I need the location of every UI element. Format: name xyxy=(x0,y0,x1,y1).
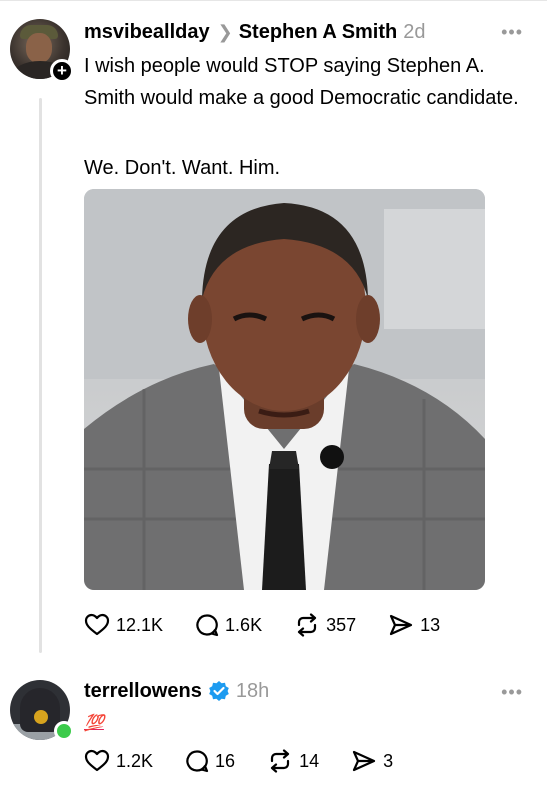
post-text: I wish people would STOP saying Stephen … xyxy=(84,55,519,109)
post-text: 💯 xyxy=(84,708,104,738)
heart-icon xyxy=(84,613,110,636)
send-icon xyxy=(352,750,376,772)
timestamp: 18h xyxy=(235,679,270,702)
reply-button[interactable]: 16 xyxy=(185,749,235,773)
username[interactable]: terrellowens xyxy=(84,680,202,703)
heart-icon xyxy=(84,749,110,772)
comment-icon xyxy=(196,614,219,637)
reply-count: 16 xyxy=(215,750,236,771)
thread-line xyxy=(39,98,42,653)
like-button[interactable]: 12.1K xyxy=(84,613,163,637)
repost-icon xyxy=(270,749,290,773)
reply-count: 1.6K xyxy=(225,614,263,635)
reply-to-username[interactable]: Stephen A Smith xyxy=(239,21,398,44)
more-horizontal-icon[interactable]: ••• xyxy=(501,682,523,703)
share-button[interactable]: 13 xyxy=(388,613,440,637)
post-actions: 1.2K 16 14 3 xyxy=(84,749,425,773)
repost-count: 14 xyxy=(299,750,320,771)
share-count: 13 xyxy=(420,614,441,635)
send-icon xyxy=(390,614,413,636)
like-count: 1.2K xyxy=(116,750,154,771)
like-count: 12.1K xyxy=(116,614,164,635)
photo-of-man-in-suit xyxy=(84,189,485,590)
repost-button[interactable]: 14 xyxy=(267,749,319,773)
avatar-logo xyxy=(34,710,48,724)
follow-plus-icon[interactable]: + xyxy=(50,59,74,83)
top-divider xyxy=(0,0,547,6)
timestamp: 2d xyxy=(403,20,426,43)
share-count: 3 xyxy=(383,750,394,771)
repost-count: 357 xyxy=(326,614,357,635)
share-button[interactable]: 3 xyxy=(351,749,393,773)
more-horizontal-icon[interactable]: ••• xyxy=(501,22,523,43)
repost-button[interactable]: 357 xyxy=(294,613,356,637)
post-text-line2: We. Don't. Want. Him. xyxy=(84,157,281,179)
verified-badge-icon xyxy=(208,680,230,702)
comment-icon xyxy=(186,750,209,773)
post-header: msvibeallday ❯ Stephen A Smith 2d xyxy=(84,18,426,46)
online-status-dot xyxy=(54,721,74,741)
chevron-right-icon: ❯ xyxy=(217,21,233,42)
hundred-points-emoji: 💯 xyxy=(84,715,104,732)
post-actions: 12.1K 1.6K 357 13 xyxy=(84,613,472,637)
reply-button[interactable]: 1.6K xyxy=(195,613,262,637)
post-header: terrellowens 18h xyxy=(84,677,269,705)
username[interactable]: msvibeallday xyxy=(84,21,210,44)
like-button[interactable]: 1.2K xyxy=(84,749,153,773)
repost-icon xyxy=(297,613,317,637)
avatar-face xyxy=(26,33,52,63)
post-image[interactable] xyxy=(84,189,485,590)
